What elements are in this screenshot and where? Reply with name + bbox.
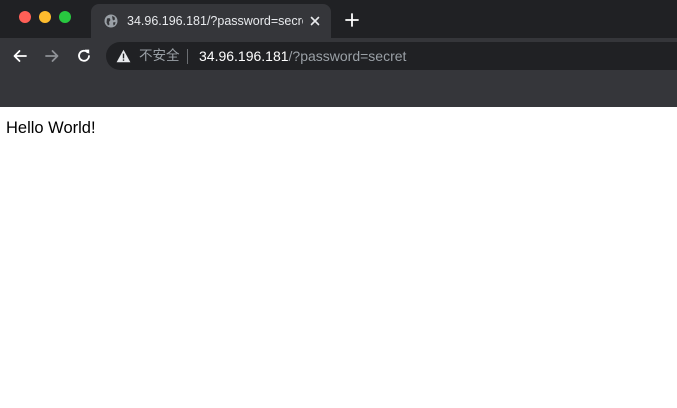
tab-active[interactable]: 34.96.196.181/?password=secret [91, 4, 331, 38]
bookmarks-bar [0, 74, 677, 107]
minimize-window-icon[interactable] [39, 11, 51, 23]
tab-strip: 34.96.196.181/?password=secret [0, 0, 677, 38]
url-host: 34.96.196.181 [199, 48, 289, 64]
browser-window: 34.96.196.181/?password=secret 不安全 34.96… [0, 0, 677, 408]
toolbar: 不安全 34.96.196.181/?password=secret [0, 38, 677, 74]
page-body-text: Hello World! [6, 119, 96, 137]
page-content: Hello World! [0, 107, 677, 408]
divider [187, 49, 188, 64]
warning-icon[interactable] [116, 49, 131, 63]
plus-icon[interactable] [344, 12, 360, 28]
close-icon[interactable] [307, 13, 323, 29]
address-bar[interactable]: 不安全 34.96.196.181/?password=secret [106, 42, 677, 70]
reload-icon[interactable] [75, 47, 93, 65]
url-path: /?password=secret [288, 48, 407, 64]
forward-arrow-icon[interactable] [43, 47, 61, 65]
url-text[interactable]: 34.96.196.181/?password=secret [199, 48, 406, 64]
maximize-window-icon[interactable] [59, 11, 71, 23]
tab-title: 34.96.196.181/?password=secret [127, 14, 303, 28]
back-arrow-icon[interactable] [11, 47, 29, 65]
close-window-icon[interactable] [19, 11, 31, 23]
globe-icon [104, 14, 118, 28]
security-status-label[interactable]: 不安全 [139, 48, 180, 64]
